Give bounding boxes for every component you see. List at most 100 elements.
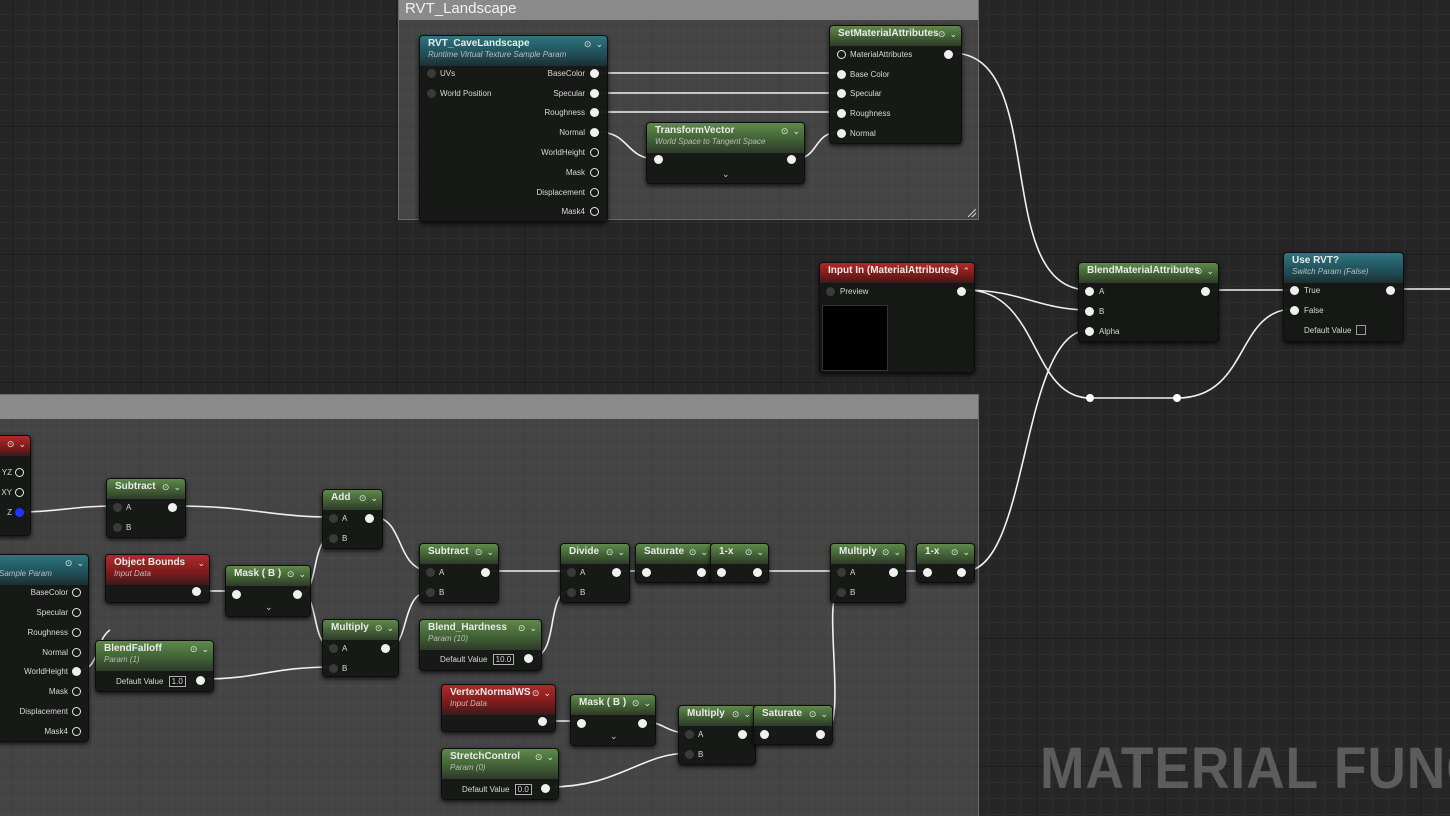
node-close-icon[interactable]: ⊙	[532, 688, 540, 698]
node-subtract[interactable]: Subtract ⊙ ⌄ A B	[419, 543, 499, 603]
input-pin-b[interactable]	[1085, 307, 1094, 316]
input-pin[interactable]	[232, 590, 241, 599]
node-header[interactable]: BlendFalloff Param (1) ⊙ ⌄	[96, 641, 213, 671]
output-pin-specular[interactable]	[72, 608, 81, 617]
input-pin[interactable]	[577, 719, 586, 728]
input-pin-true[interactable]	[1290, 286, 1299, 295]
node-header[interactable]: TransformVector World Space to Tangent S…	[647, 123, 804, 153]
input-pin-a[interactable]	[837, 568, 846, 577]
output-pin[interactable]	[481, 568, 490, 577]
node-header[interactable]: BlendMaterialAttributes ⊙ ⌄	[1079, 263, 1218, 283]
output-pin-normal[interactable]	[72, 648, 81, 657]
input-pin-a[interactable]	[426, 568, 435, 577]
output-pin[interactable]	[381, 644, 390, 653]
output-pin[interactable]	[192, 587, 201, 596]
input-pin[interactable]	[717, 568, 726, 577]
chevron-down-icon[interactable]: ⌄	[743, 709, 751, 719]
input-pin-b[interactable]	[837, 588, 846, 597]
node-close-icon[interactable]: ⊙	[584, 39, 592, 49]
input-pin-world-position[interactable]	[427, 89, 436, 98]
chevron-down-icon[interactable]: ⌄	[76, 558, 84, 568]
input-pin-preview[interactable]	[826, 287, 835, 296]
resize-handle-icon[interactable]	[968, 209, 976, 217]
node-header[interactable]: Saturate ⊙ ⌄	[636, 544, 712, 564]
input-pin-a[interactable]	[329, 514, 338, 523]
node-close-icon[interactable]: ⊙	[375, 623, 383, 633]
node-header[interactable]: Use RVT? Switch Param (False)	[1284, 253, 1403, 283]
output-pin[interactable]	[168, 503, 177, 512]
node-blend-falloff[interactable]: BlendFalloff Param (1) ⊙ ⌄ Default Value …	[95, 640, 214, 692]
node-close-icon[interactable]: ⊙	[65, 558, 73, 568]
chevron-down-icon[interactable]: ⌄	[298, 569, 306, 579]
node-close-icon[interactable]: ⊙	[162, 482, 170, 492]
output-pin[interactable]	[612, 568, 621, 577]
node-close-icon[interactable]: ⊙	[606, 547, 614, 557]
node-saturate[interactable]: Saturate ⊙ ⌄	[635, 543, 713, 583]
node-close-icon[interactable]: ⊙	[632, 698, 640, 708]
output-pin-worldheight[interactable]	[72, 667, 81, 676]
output-pin[interactable]	[524, 654, 533, 663]
output-pin-basecolor[interactable]	[590, 69, 599, 78]
output-pin[interactable]	[957, 568, 966, 577]
input-pin[interactable]	[654, 155, 663, 164]
chevron-down-icon[interactable]: ⌄	[543, 688, 551, 698]
chevron-down-icon[interactable]: ⌄	[1206, 266, 1214, 276]
chevron-down-icon[interactable]: ⌄	[595, 39, 603, 49]
input-pin-normal[interactable]	[837, 129, 846, 138]
node-header[interactable]: Mask ( B ) ⊙ ⌄	[571, 695, 655, 715]
node-header[interactable]: RVT_CaveLandscape Runtime Virtual Textur…	[420, 36, 607, 66]
comment-title-bar[interactable]	[0, 395, 978, 419]
output-pin[interactable]	[697, 568, 706, 577]
node-close-icon[interactable]: ⊙	[732, 709, 740, 719]
chevron-down-icon[interactable]: ⌄	[643, 698, 651, 708]
node-header[interactable]: VertexNormalWS Input Data ⊙ ⌄	[442, 685, 555, 715]
node-close-icon[interactable]: ⊙	[689, 547, 697, 557]
node-input-in[interactable]: Input In (MaterialAttributes) ⊙ ⌃ Preview	[819, 262, 975, 373]
output-pin-roughness[interactable]	[72, 628, 81, 637]
input-pin-a[interactable]	[685, 730, 694, 739]
node-blend-hardness[interactable]: Blend_Hardness Param (10) ⊙ ⌄ Default Val…	[419, 619, 542, 671]
input-pin-specular[interactable]	[837, 89, 846, 98]
output-pin-mask4[interactable]	[72, 727, 81, 736]
chevron-down-icon[interactable]: ⌄	[386, 623, 394, 633]
chevron-down-icon[interactable]: ⌄	[756, 547, 764, 557]
output-pin[interactable]	[365, 514, 374, 523]
node-transform-vector[interactable]: TransformVector World Space to Tangent S…	[646, 122, 805, 184]
input-pin[interactable]	[923, 568, 932, 577]
output-pin-specular[interactable]	[590, 89, 599, 98]
node-object-bounds[interactable]: Object Bounds Input Data ⌄	[105, 554, 210, 603]
node-rvt-cave-landscape[interactable]: RVT_CaveLandscape Runtime Virtual Textur…	[419, 35, 608, 222]
chevron-down-icon[interactable]: ⌄	[792, 126, 800, 136]
node-header[interactable]: Multiply ⊙ ⌄	[323, 620, 398, 640]
node-header[interactable]: Divide ⊙ ⌄	[561, 544, 629, 564]
node-header[interactable]: Input In (MaterialAttributes) ⊙ ⌃	[820, 263, 974, 283]
output-pin-roughness[interactable]	[590, 108, 599, 117]
chevron-down-icon[interactable]: ⌄	[546, 752, 554, 762]
node-saturate[interactable]: Saturate ⊙ ⌄	[753, 705, 833, 745]
output-pin[interactable]	[787, 155, 796, 164]
output-pin-normal[interactable]	[590, 128, 599, 137]
input-pin-uvs[interactable]	[427, 69, 436, 78]
output-pin[interactable]	[944, 50, 953, 59]
output-pin-xy[interactable]	[15, 488, 24, 497]
output-pin[interactable]	[753, 568, 762, 577]
chevron-down-icon[interactable]: ⌄	[197, 558, 205, 568]
chevron-down-icon[interactable]: ⌄	[820, 709, 828, 719]
node-close-icon[interactable]: ⊙	[745, 547, 753, 557]
chevron-down-icon[interactable]: ⌄	[370, 493, 378, 503]
output-pin-basecolor[interactable]	[72, 588, 81, 597]
output-pin-displacement[interactable]	[590, 188, 599, 197]
input-pin-b[interactable]	[567, 588, 576, 597]
node-header[interactable]: Add ⊙ ⌄	[323, 490, 382, 510]
output-pin-displacement[interactable]	[72, 707, 81, 716]
node-close-icon[interactable]: ⊙	[475, 547, 483, 557]
input-pin-b[interactable]	[426, 588, 435, 597]
chevron-down-icon[interactable]: ⌄	[949, 29, 957, 39]
output-pin-mask4[interactable]	[590, 207, 599, 216]
node-header[interactable]: Object Bounds Input Data ⌄	[106, 555, 209, 585]
node-blend-material-attributes[interactable]: BlendMaterialAttributes ⊙ ⌄ A B Alpha	[1078, 262, 1219, 342]
output-pin[interactable]	[889, 568, 898, 577]
output-pin[interactable]	[538, 717, 547, 726]
comment-title[interactable]: RVT_Landscape	[399, 0, 978, 20]
node-header[interactable]: Mask ( B ) ⊙ ⌄	[226, 566, 310, 586]
